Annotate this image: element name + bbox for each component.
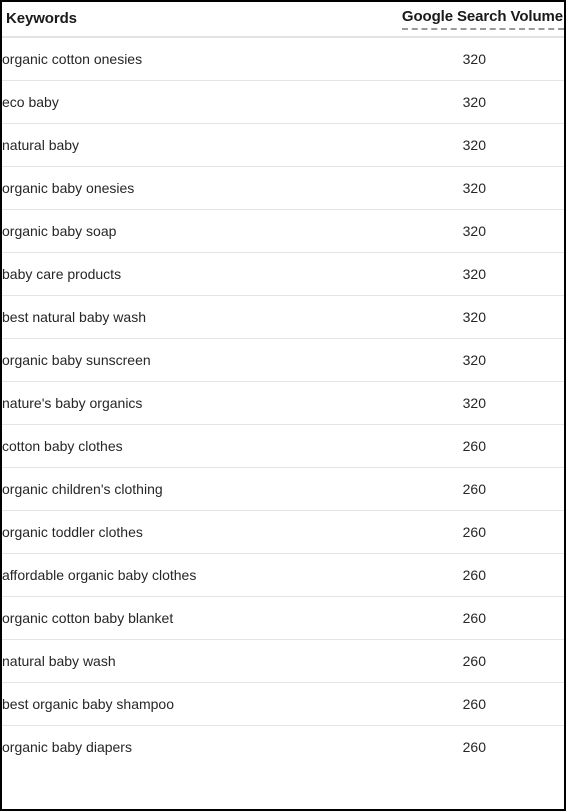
- table-body: organic cotton onesies 320 eco baby 320 natu…: [2, 37, 564, 768]
- table-row[interactable]: organic baby soap 320: [2, 209, 564, 253]
- cell-keyword: cotton baby clothes: [2, 424, 372, 468]
- cell-keyword: organic baby onesies: [2, 166, 372, 210]
- table-row[interactable]: eco baby 320: [2, 80, 564, 124]
- google-search-volume-value: 260: [462, 567, 486, 583]
- cell-keyword: natural baby wash: [2, 639, 372, 683]
- cell-keyword: organic cotton baby blanket: [2, 596, 372, 640]
- google-search-volume-value: 260: [462, 481, 486, 497]
- keyword-volume-table: Keywords Google Search Volume organic co…: [2, 2, 564, 768]
- cell-google-search-volume: 260: [372, 725, 564, 768]
- cell-google-search-volume: 260: [372, 639, 564, 683]
- cell-keyword: best organic baby shampoo: [2, 682, 372, 726]
- cell-google-search-volume: 320: [372, 209, 564, 253]
- google-search-volume-value: 320: [462, 94, 486, 110]
- keyword-volume-table-frame: Keywords Google Search Volume organic co…: [0, 0, 566, 811]
- table-row[interactable]: organic baby onesies 320: [2, 166, 564, 210]
- cell-google-search-volume: 320: [372, 166, 564, 210]
- cell-google-search-volume: 260: [372, 682, 564, 726]
- google-search-volume-value: 320: [462, 137, 486, 153]
- table-row[interactable]: best natural baby wash 320: [2, 295, 564, 339]
- column-header-google-search-volume-label: Google Search Volume: [401, 8, 564, 30]
- cell-keyword: organic cotton onesies: [2, 37, 372, 81]
- table-row[interactable]: cotton baby clothes 260: [2, 424, 564, 468]
- cell-keyword: organic baby diapers: [2, 725, 372, 768]
- cell-keyword: natural baby: [2, 123, 372, 167]
- google-search-volume-value: 260: [462, 696, 486, 712]
- cell-google-search-volume: 320: [372, 338, 564, 382]
- cell-google-search-volume: 320: [372, 123, 564, 167]
- table-header: Keywords Google Search Volume: [2, 2, 564, 38]
- column-header-keywords[interactable]: Keywords: [2, 2, 372, 38]
- google-search-volume-value: 260: [462, 524, 486, 540]
- table-scroll-area[interactable]: Keywords Google Search Volume organic co…: [2, 2, 564, 809]
- cell-google-search-volume: 320: [372, 295, 564, 339]
- google-search-volume-value: 320: [462, 180, 486, 196]
- google-search-volume-value: 260: [462, 739, 486, 755]
- google-search-volume-value: 260: [462, 438, 486, 454]
- cell-keyword: best natural baby wash: [2, 295, 372, 339]
- cell-google-search-volume: 320: [372, 381, 564, 425]
- google-search-volume-value: 260: [462, 653, 486, 669]
- table-row[interactable]: organic baby sunscreen 320: [2, 338, 564, 382]
- cell-keyword: eco baby: [2, 80, 372, 124]
- cell-google-search-volume: 260: [372, 510, 564, 554]
- cell-google-search-volume: 320: [372, 80, 564, 124]
- google-search-volume-value: 320: [462, 51, 486, 67]
- cell-keyword: baby care products: [2, 252, 372, 296]
- cell-keyword: organic baby soap: [2, 209, 372, 253]
- cell-google-search-volume: 320: [372, 37, 564, 81]
- table-row[interactable]: affordable organic baby clothes 260: [2, 553, 564, 597]
- cell-keyword: organic toddler clothes: [2, 510, 372, 554]
- table-header-row: Keywords Google Search Volume: [2, 2, 564, 38]
- column-header-keywords-label: Keywords: [6, 10, 77, 27]
- cell-keyword: affordable organic baby clothes: [2, 553, 372, 597]
- table-row[interactable]: natural baby 320: [2, 123, 564, 167]
- table-row[interactable]: baby care products 320: [2, 252, 564, 296]
- cell-google-search-volume: 260: [372, 596, 564, 640]
- cell-google-search-volume: 320: [372, 252, 564, 296]
- google-search-volume-value: 320: [462, 223, 486, 239]
- cell-keyword: organic baby sunscreen: [2, 338, 372, 382]
- cell-google-search-volume: 260: [372, 424, 564, 468]
- table-row[interactable]: organic cotton baby blanket 260: [2, 596, 564, 640]
- cell-keyword: organic children's clothing: [2, 467, 372, 511]
- table-row[interactable]: organic cotton onesies 320: [2, 37, 564, 81]
- google-search-volume-value: 320: [462, 395, 486, 411]
- cell-google-search-volume: 260: [372, 467, 564, 511]
- table-row[interactable]: organic children's clothing 260: [2, 467, 564, 511]
- table-row[interactable]: best organic baby shampoo 260: [2, 682, 564, 726]
- cell-keyword: nature's baby organics: [2, 381, 372, 425]
- google-search-volume-value: 320: [462, 352, 486, 368]
- cell-google-search-volume: 260: [372, 553, 564, 597]
- table-row[interactable]: organic toddler clothes 260: [2, 510, 564, 554]
- google-search-volume-value: 320: [462, 309, 486, 325]
- google-search-volume-value: 260: [462, 610, 486, 626]
- column-header-google-search-volume[interactable]: Google Search Volume: [372, 2, 564, 38]
- table-row[interactable]: nature's baby organics 320: [2, 381, 564, 425]
- table-row[interactable]: natural baby wash 260: [2, 639, 564, 683]
- google-search-volume-value: 320: [462, 266, 486, 282]
- table-row[interactable]: organic baby diapers 260: [2, 725, 564, 768]
